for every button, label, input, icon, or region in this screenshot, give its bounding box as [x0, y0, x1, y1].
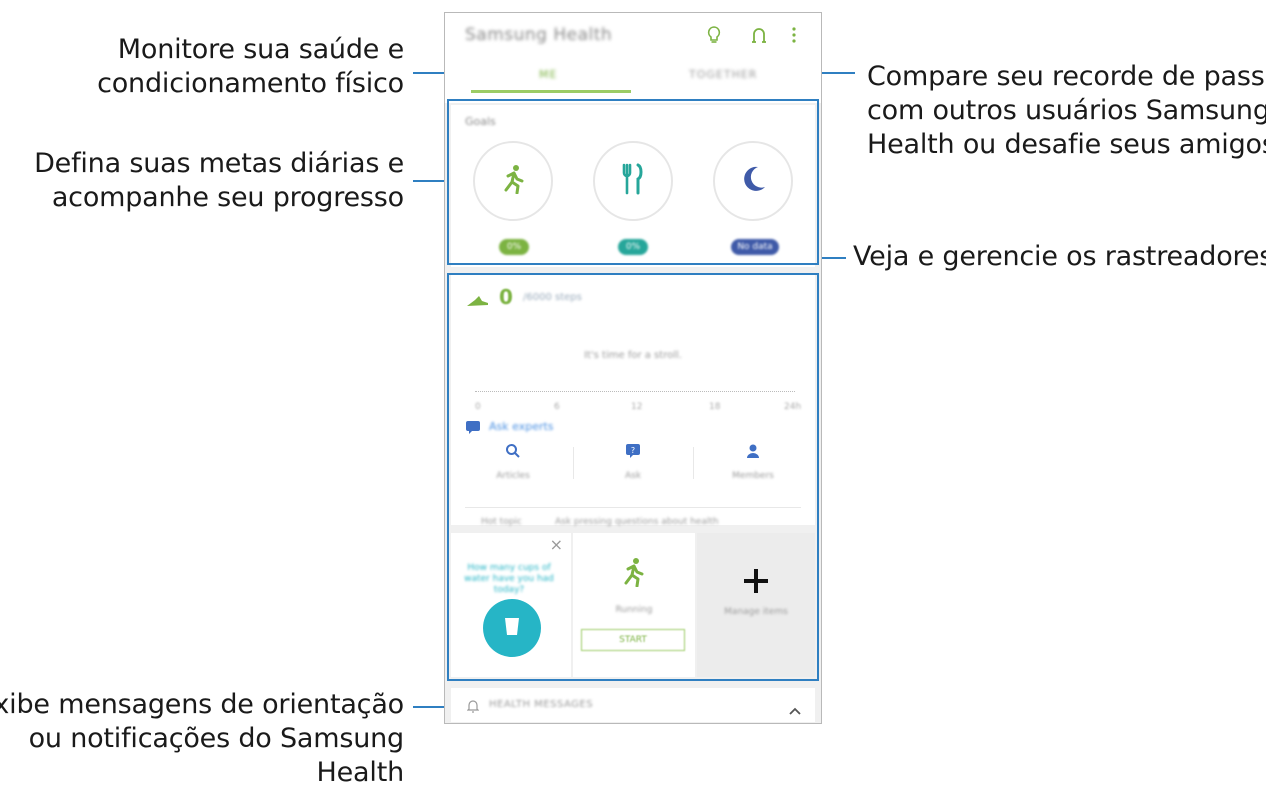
- tab-together[interactable]: TOGETHER: [689, 68, 757, 81]
- chevron-up-icon[interactable]: [789, 700, 801, 719]
- callout-messages: Exibe mensagens de orientação ou notific…: [0, 689, 404, 788]
- health-messages-bar[interactable]: HEALTH MESSAGES: [451, 688, 815, 722]
- callout-daily-goals: Defina suas metas diárias e acompanhe se…: [34, 148, 404, 213]
- lightbulb-icon[interactable]: [707, 26, 721, 49]
- active-tab-indicator: [471, 90, 631, 93]
- coach-icon[interactable]: [751, 26, 767, 49]
- callout-monitor-health: Monitore sua saúde e condicionamento fís…: [97, 34, 404, 99]
- more-options-icon[interactable]: [791, 26, 797, 49]
- app-title: Samsung Health: [465, 25, 613, 45]
- highlight-trackers: [447, 273, 819, 681]
- callout-compare-steps: Compare seu recorde de passos com outros…: [867, 61, 1266, 160]
- tab-me[interactable]: ME: [539, 68, 557, 81]
- leader-line-goals: [413, 180, 446, 182]
- phone-screen: Samsung Health ME TOGETHER Goals 0% 0% N…: [444, 12, 822, 724]
- callout-trackers: Veja e gerencie os rastreadores: [853, 241, 1266, 272]
- app-bar: Samsung Health ME TOGETHER: [445, 13, 821, 103]
- bell-icon: [466, 698, 480, 717]
- highlight-goals: [447, 99, 819, 265]
- health-messages-label: HEALTH MESSAGES: [489, 699, 594, 710]
